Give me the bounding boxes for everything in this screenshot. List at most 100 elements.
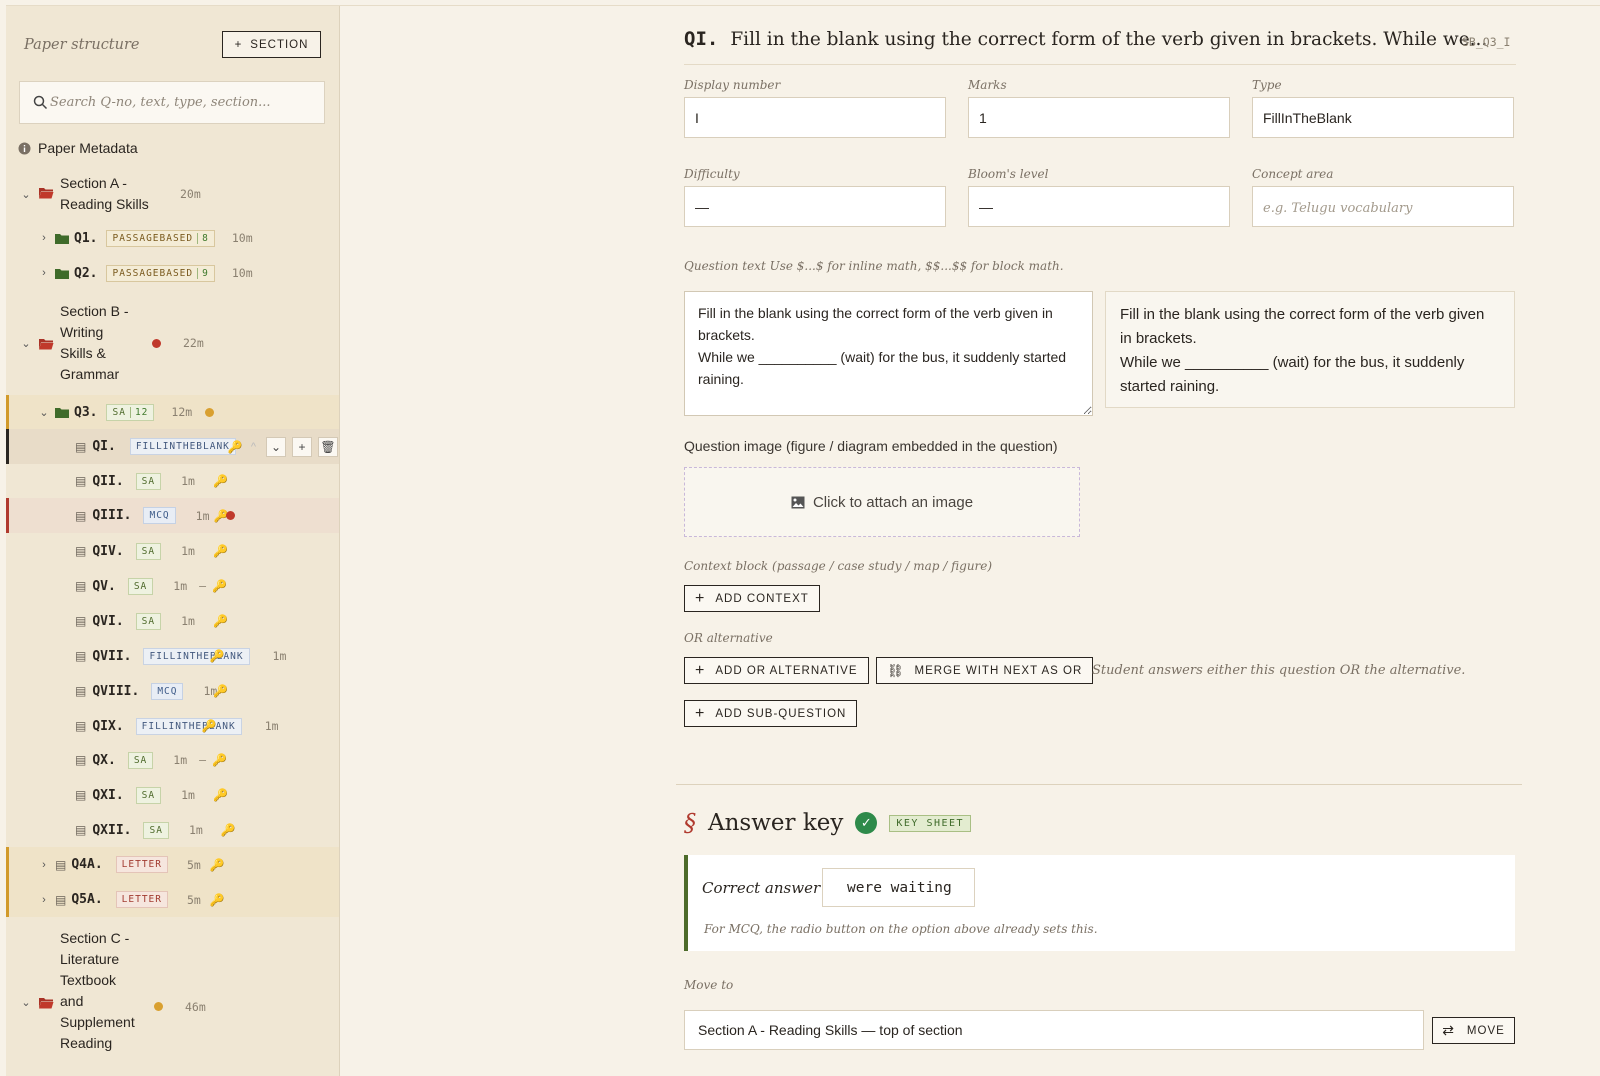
subquestion-qxii[interactable]: ▤ QXII. SA 1m 🔑 <box>6 820 339 840</box>
type-value: FillInTheBlank <box>1263 109 1352 126</box>
subquestion-qviii[interactable]: ▤ QVIII. MCQ 1m 🔑 <box>6 681 339 701</box>
key-icon: 🔑 <box>209 649 225 663</box>
chevron-right-icon[interactable]: › <box>38 859 50 871</box>
qvi-type-badge: SA <box>135 612 162 630</box>
chevron-down-icon[interactable]: ⌄ <box>20 996 32 1009</box>
subquestion-qvii[interactable]: ▤ QVII. FILLINTHEBLANK 🔑 1m <box>6 646 339 666</box>
question-text-input[interactable]: Fill in the blank using the correct form… <box>684 291 1093 416</box>
subquestion-qiv[interactable]: ▤ QIV. SA 1m 🔑 <box>6 541 339 561</box>
correct-answer-field[interactable]: were waiting <box>822 868 975 907</box>
merge-or-button[interactable]: ⛓ MERGE WITH NEXT AS OR <box>876 657 1094 684</box>
chevron-down-icon[interactable]: ⌄ <box>20 188 32 201</box>
q1-item[interactable]: › Q1. PASSAGEBASED 8 10m <box>6 228 339 248</box>
file-icon: ▤ <box>75 649 87 663</box>
subquestion-qvi[interactable]: ▤ QVI. SA 1m 🔑 <box>6 611 339 631</box>
qiii-label: QIII. <box>92 508 132 523</box>
q5a-type-badge: LETTER <box>115 891 168 908</box>
section-divider <box>676 784 1522 785</box>
warning-dot <box>205 407 215 417</box>
file-icon: ▤ <box>75 753 87 767</box>
move-up-icon[interactable]: ^ <box>251 441 256 453</box>
key-icon: 🔑 <box>212 614 228 628</box>
qvii-label: QVII. <box>92 648 132 664</box>
section-a-item[interactable]: ⌄ Section A - Reading Skills 20m <box>6 172 339 216</box>
section-c-item[interactable]: ⌄ Section C - Literature Textbook and Su… <box>6 928 339 1056</box>
chevron-right-icon[interactable]: › <box>38 232 50 244</box>
file-icon: ▤ <box>75 788 87 802</box>
question-title: Fill in the blank using the correct form… <box>730 29 1488 50</box>
q3-item[interactable]: ⌄ Q3. SA 12 12m <box>6 395 339 429</box>
move-to-select[interactable]: Section A - Reading Skills — top of sect… <box>684 1010 1424 1050</box>
concept-input[interactable] <box>1263 198 1513 215</box>
chevron-down-icon[interactable]: ⌄ <box>38 406 50 419</box>
display-number-input[interactable] <box>695 109 945 126</box>
key-icon: 🔑 <box>212 788 228 802</box>
bloom-label: Bloom's level <box>968 167 1049 181</box>
paper-metadata-item[interactable]: Paper Metadata <box>18 140 138 156</box>
qix-type-badge: FILLINTHEBLANK <box>135 717 242 735</box>
folder-icon <box>55 233 69 244</box>
move-down-button[interactable]: ⌄ <box>266 436 287 457</box>
qvii-minutes: 1m <box>272 649 287 663</box>
file-icon: ▤ <box>75 579 87 593</box>
preview-line-1: Fill in the blank using the correct form… <box>1120 306 1485 347</box>
question-id: SB_Q3_I <box>1462 35 1511 49</box>
section-b-item[interactable]: ⌄ Section B - Writing Skills & Grammar 2… <box>6 300 339 386</box>
move-button[interactable]: ⇄ MOVE <box>1432 1017 1515 1044</box>
search-input[interactable] <box>50 95 320 110</box>
marks-field[interactable] <box>968 97 1230 138</box>
question-editor: QI. Fill in the blank using the correct … <box>341 6 1600 1076</box>
q5a-item[interactable]: › ▤ Q5A. LETTER 5m 🔑 <box>6 882 339 917</box>
qx-label: QX. <box>92 752 116 768</box>
chevron-right-icon[interactable]: › <box>38 894 50 906</box>
file-icon: ▤ <box>75 439 87 454</box>
subquestion-qv[interactable]: ▤ QV. SA 1m – 🔑 <box>6 576 339 596</box>
add-sub-question-button[interactable]: + ADD SUB-QUESTION <box>684 700 858 727</box>
qv-type-badge: SA <box>127 577 154 595</box>
paper-metadata-label: Paper Metadata <box>38 140 138 156</box>
qiv-label: QIV. <box>92 543 124 559</box>
concept-label: Concept area <box>1252 167 1334 181</box>
q4a-item[interactable]: › ▤ Q4A. LETTER 5m 🔑 <box>6 847 339 882</box>
subquestion-qix[interactable]: ▤ QIX. FILLINTHEBLANK 🔑 1m <box>6 716 339 736</box>
attach-image-dropzone[interactable]: Click to attach an image <box>684 467 1080 537</box>
q5a-minutes: 5m <box>186 892 201 907</box>
qxi-type-badge: SA <box>135 786 162 804</box>
display-number-field[interactable] <box>684 97 946 138</box>
type-select[interactable]: FillInTheBlank <box>1252 97 1514 138</box>
file-icon: ▤ <box>55 892 67 907</box>
preview-line-2: While we __________ (wait) for the bus, … <box>1120 354 1465 395</box>
subquestion-qxi[interactable]: ▤ QXI. SA 1m 🔑 <box>6 785 339 805</box>
add-or-alternative-button[interactable]: + ADD OR ALTERNATIVE <box>684 657 869 684</box>
folder-open-icon <box>38 186 54 202</box>
delete-button[interactable]: 🗑 <box>318 436 339 457</box>
qiii-minutes: 1m <box>195 508 210 523</box>
chevron-down-icon[interactable]: ⌄ <box>20 337 32 350</box>
subquestion-qii[interactable]: ▤ QII. SA 1m 🔑 <box>6 471 339 491</box>
subquestion-qiii[interactable]: ▤ QIII. MCQ 1m 🔑 <box>6 498 339 533</box>
concept-field[interactable] <box>1252 186 1514 227</box>
q3-type-badge: SA 12 <box>106 403 155 421</box>
q2-label: Q2. <box>74 265 98 281</box>
difficulty-select[interactable]: — <box>684 186 946 227</box>
add-section-button[interactable]: + SECTION <box>222 31 321 58</box>
subquestion-qi[interactable]: ▤ QI. FILLINTHEBLANK 🔑 ^ ⌄ + 🗑 <box>6 429 339 464</box>
key-icon: 🔑 <box>209 857 225 872</box>
marks-input[interactable] <box>979 109 1229 126</box>
q2-item[interactable]: › Q2. PASSAGEBASED 9 10m <box>6 263 339 283</box>
add-context-button[interactable]: + ADD CONTEXT <box>684 585 820 612</box>
correct-answer-value: were waiting <box>847 879 952 896</box>
bloom-select[interactable]: — <box>968 186 1230 227</box>
file-icon: ▤ <box>75 508 87 523</box>
qv-minutes: 1m <box>173 579 188 593</box>
type-label: Type <box>1252 78 1282 92</box>
chevron-right-icon[interactable]: › <box>38 267 50 279</box>
qx-dash: – <box>199 753 207 767</box>
file-icon: ▤ <box>75 719 87 733</box>
difficulty-value: — <box>695 198 709 215</box>
qvii-type-badge: FILLINTHEBLANK <box>143 647 250 665</box>
subquestion-qx[interactable]: ▤ QX. SA 1m – 🔑 <box>6 750 339 770</box>
qxii-minutes: 1m <box>188 823 203 837</box>
add-below-button[interactable]: + <box>292 436 313 457</box>
key-icon: 🔑 <box>213 684 229 698</box>
